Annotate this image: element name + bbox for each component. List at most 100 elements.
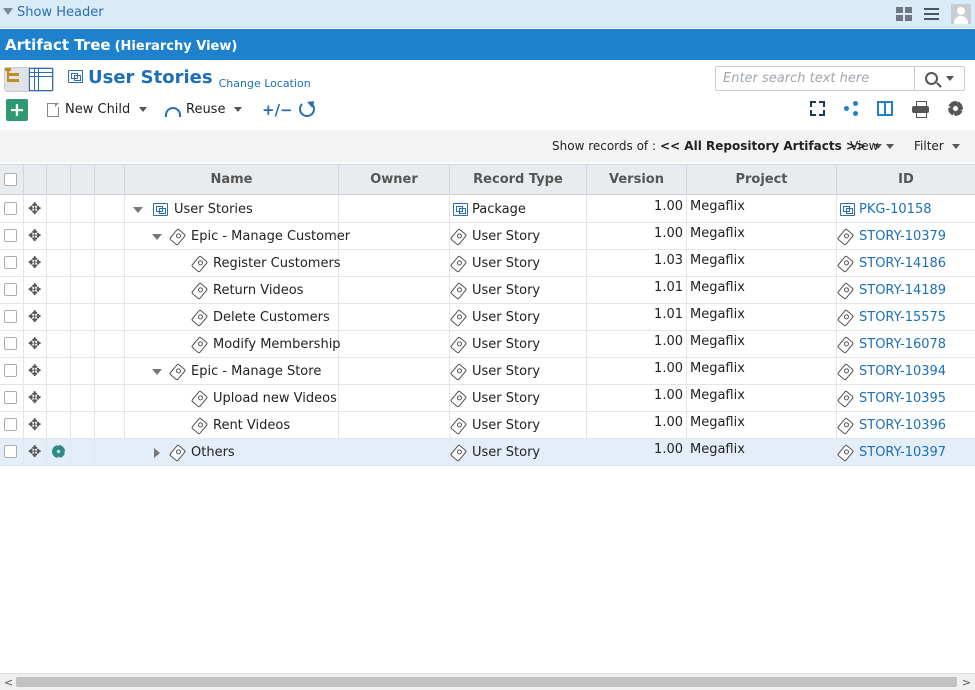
add-button[interactable]: + xyxy=(6,99,28,121)
print-icon[interactable] xyxy=(912,101,929,118)
row-name[interactable]: Epic - Manage Store xyxy=(191,364,321,379)
row-checkbox[interactable] xyxy=(4,418,17,431)
move-handle-icon[interactable]: ✥ xyxy=(28,228,41,244)
row-id-link[interactable]: STORY-16078 xyxy=(859,337,946,352)
header-move-cell xyxy=(24,165,47,194)
reuse-button[interactable]: Reuse xyxy=(165,102,243,117)
row-checkbox[interactable] xyxy=(4,310,17,323)
row-record-type: User Story xyxy=(472,229,541,244)
move-handle-icon[interactable]: ✥ xyxy=(28,444,41,460)
avatar[interactable] xyxy=(951,4,971,24)
scroll-left-icon[interactable]: < xyxy=(4,676,13,689)
move-handle-icon[interactable]: ✥ xyxy=(28,417,41,433)
user-story-icon xyxy=(168,362,187,381)
move-handle-icon[interactable]: ✥ xyxy=(28,390,41,406)
collapse-icon[interactable] xyxy=(133,206,143,213)
row-version: 1.00 xyxy=(654,442,683,457)
table-row[interactable]: ✥ Return Videos User Story 1.01 Megaflix… xyxy=(0,277,975,304)
chevron-down-icon xyxy=(951,143,960,149)
column-header-name[interactable]: Name xyxy=(125,165,339,194)
row-id-link[interactable]: STORY-10397 xyxy=(859,445,946,460)
row-id-link[interactable]: PKG-10158 xyxy=(859,202,931,217)
column-header-id[interactable]: ID xyxy=(837,165,975,194)
tree-view-button[interactable] xyxy=(5,68,29,91)
row-checkbox[interactable] xyxy=(4,283,17,296)
grid-icon[interactable] xyxy=(896,7,912,21)
row-id-link[interactable]: STORY-10379 xyxy=(859,229,946,244)
table-row[interactable]: ✥ Modify Membership User Story 1.00 Mega… xyxy=(0,331,975,358)
row-version: 1.00 xyxy=(654,226,683,241)
table-view-button[interactable] xyxy=(29,68,53,91)
search-input[interactable] xyxy=(716,67,914,90)
scroll-right-icon[interactable]: > xyxy=(962,676,971,689)
row-checkbox[interactable] xyxy=(4,202,17,215)
collapse-icon[interactable] xyxy=(152,368,162,375)
move-handle-icon[interactable]: ✥ xyxy=(28,201,41,217)
table-row[interactable]: ✥ Delete Customers User Story 1.01 Megaf… xyxy=(0,304,975,331)
row-checkbox[interactable] xyxy=(4,445,17,458)
row-id-link[interactable]: STORY-10395 xyxy=(859,391,946,406)
horizontal-scrollbar[interactable]: < > xyxy=(0,673,975,690)
gear-icon[interactable] xyxy=(948,101,963,116)
collapse-icon[interactable] xyxy=(152,233,162,240)
row-name[interactable]: Rent Videos xyxy=(213,418,290,433)
row-id-link[interactable]: STORY-10394 xyxy=(859,364,946,379)
move-handle-icon[interactable]: ✥ xyxy=(28,255,41,271)
row-name[interactable]: Others xyxy=(191,445,235,460)
view-label: View xyxy=(850,139,879,153)
row-checkbox[interactable] xyxy=(4,229,17,242)
menu-icon[interactable] xyxy=(924,8,939,20)
table-row[interactable]: ✥ Rent Videos User Story 1.00 Megaflix S… xyxy=(0,412,975,439)
show-records-dropdown[interactable]: Show records of : << All Repository Arti… xyxy=(552,139,883,153)
row-name[interactable]: Delete Customers xyxy=(213,310,330,325)
new-child-button[interactable]: New Child xyxy=(47,102,148,117)
move-handle-icon[interactable]: ✥ xyxy=(28,309,41,325)
row-id-link[interactable]: STORY-14189 xyxy=(859,283,946,298)
search-button[interactable] xyxy=(914,67,964,90)
row-name[interactable]: Upload new Videos xyxy=(213,391,337,406)
row-name[interactable]: User Stories xyxy=(174,202,253,217)
row-checkbox[interactable] xyxy=(4,364,17,377)
filter-dropdown[interactable]: Filter xyxy=(914,139,960,153)
row-id-link[interactable]: STORY-10396 xyxy=(859,418,946,433)
share-icon[interactable] xyxy=(844,101,858,116)
column-header-owner[interactable]: Owner xyxy=(339,165,450,194)
row-version: 1.03 xyxy=(654,253,683,268)
row-record-type: User Story xyxy=(472,418,541,433)
table-row[interactable]: ✥ Upload new Videos User Story 1.00 Mega… xyxy=(0,385,975,412)
view-dropdown[interactable]: View xyxy=(850,139,895,153)
row-name[interactable]: Return Videos xyxy=(213,283,303,298)
scrollbar-thumb[interactable] xyxy=(16,677,957,687)
row-settings-icon[interactable] xyxy=(52,445,65,458)
change-location-link[interactable]: Change Location xyxy=(219,77,311,90)
table-row[interactable]: ✥ Others User Story 1.00 Megaflix STORY-… xyxy=(0,439,975,466)
table-row[interactable]: ✥ Epic - Manage Store User Story 1.00 Me… xyxy=(0,358,975,385)
row-name[interactable]: Modify Membership xyxy=(213,337,341,352)
row-id-link[interactable]: STORY-14186 xyxy=(859,256,946,271)
select-all-checkbox[interactable] xyxy=(4,173,17,186)
plus-minus-icon[interactable]: +/− xyxy=(262,101,293,119)
table-row[interactable]: ✥ Epic - Manage Customer User Story 1.00… xyxy=(0,223,975,250)
column-header-project[interactable]: Project xyxy=(687,165,837,194)
row-name[interactable]: Epic - Manage Customer xyxy=(191,229,350,244)
columns-icon[interactable] xyxy=(877,101,893,116)
column-header-record-type[interactable]: Record Type xyxy=(450,165,587,194)
refresh-icon[interactable] xyxy=(299,101,315,117)
table-row[interactable]: ✥ Register Customers User Story 1.03 Meg… xyxy=(0,250,975,277)
show-header-toggle[interactable]: Show Header xyxy=(3,5,104,20)
fullscreen-icon[interactable] xyxy=(810,101,825,116)
column-header-version[interactable]: Version xyxy=(587,165,687,194)
row-project: Megaflix xyxy=(690,280,745,295)
table-row[interactable]: ✥ User Stories Package 1.00 Megaflix PKG… xyxy=(0,196,975,223)
filter-bar: Show records of : << All Repository Arti… xyxy=(0,130,975,162)
move-handle-icon[interactable]: ✥ xyxy=(28,282,41,298)
row-checkbox[interactable] xyxy=(4,337,17,350)
expand-icon[interactable] xyxy=(154,447,160,458)
move-handle-icon[interactable]: ✥ xyxy=(28,363,41,379)
row-checkbox[interactable] xyxy=(4,256,17,269)
move-handle-icon[interactable]: ✥ xyxy=(28,336,41,352)
row-id-link[interactable]: STORY-15575 xyxy=(859,310,946,325)
user-story-icon xyxy=(190,389,209,408)
row-checkbox[interactable] xyxy=(4,391,17,404)
row-name[interactable]: Register Customers xyxy=(213,256,341,271)
